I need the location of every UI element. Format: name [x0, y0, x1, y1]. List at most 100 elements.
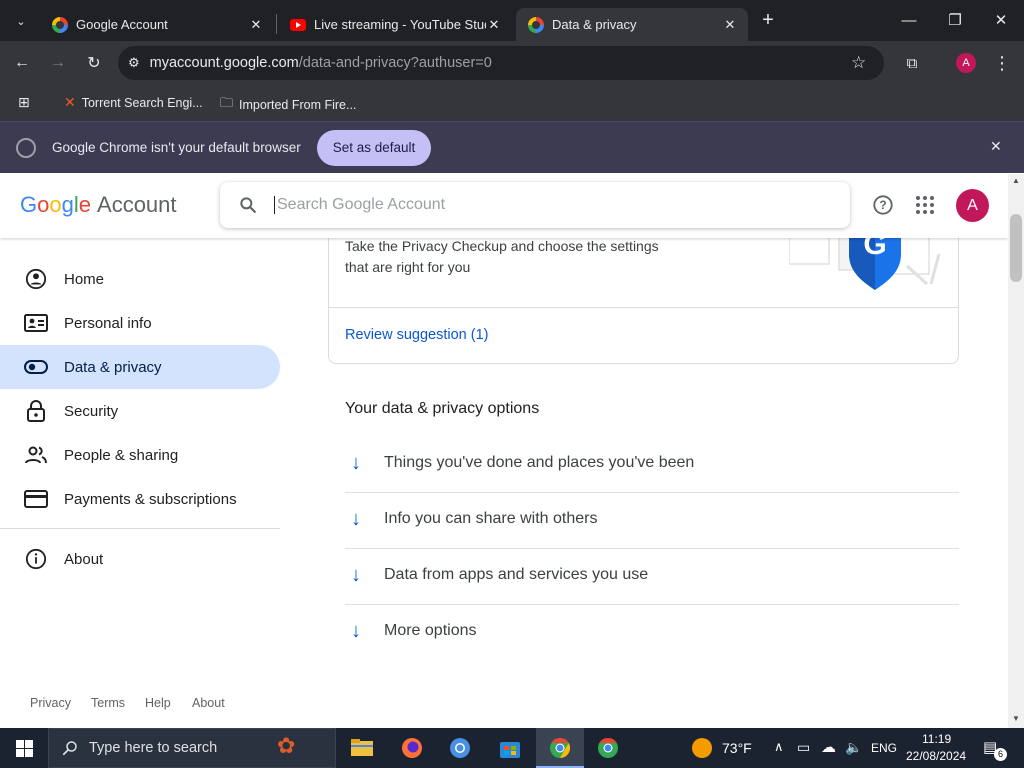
- bookmark-torrent[interactable]: ✕ Torrent Search Engi...: [64, 94, 203, 111]
- onedrive-cloud-icon[interactable]: ☁: [821, 738, 836, 756]
- privacy-checkup-text: Take the Privacy Checkup and choose the …: [345, 238, 659, 275]
- store-icon[interactable]: [494, 732, 526, 764]
- apps-grid-icon[interactable]: ⊞: [18, 94, 30, 111]
- page-scrollbar[interactable]: ▲ ▼: [1008, 174, 1024, 728]
- scrollbar-thumb[interactable]: [1010, 214, 1022, 282]
- chrome-taskbar-active[interactable]: [536, 728, 584, 768]
- tab-youtube-studio[interactable]: Live streaming - YouTube Studio ✕: [278, 8, 512, 41]
- back-button[interactable]: ←: [7, 48, 37, 78]
- footer-about-link[interactable]: About: [192, 696, 225, 710]
- language-indicator[interactable]: ENG: [871, 741, 897, 755]
- chrome-profile-icon[interactable]: [592, 732, 624, 764]
- set-as-default-button[interactable]: Set as default: [316, 129, 432, 166]
- account-search-box[interactable]: [220, 182, 850, 228]
- toggle-icon: [24, 355, 48, 379]
- review-suggestion-link[interactable]: Review suggestion (1): [345, 327, 488, 343]
- search-highlight-icon: ✿: [277, 733, 296, 758]
- restore-button[interactable]: ❐: [932, 0, 978, 40]
- folder-icon: 🗀: [220, 95, 234, 110]
- tab-search-icon[interactable]: ⌄: [6, 6, 36, 36]
- arrow-down-icon: ↓: [351, 451, 361, 474]
- volume-muted-icon[interactable]: 🔈: [845, 739, 862, 756]
- search-icon: [240, 197, 257, 214]
- google-icon: [52, 16, 68, 33]
- scroll-up-icon[interactable]: ▲: [1012, 176, 1020, 185]
- weather-temperature[interactable]: 73°F: [722, 740, 752, 756]
- account-header: Google Account ? A: [0, 174, 1008, 238]
- scroll-down-icon[interactable]: ▼: [1012, 714, 1020, 723]
- weather-sun-icon[interactable]: [692, 738, 712, 758]
- id-card-icon: [24, 311, 48, 335]
- chrome-icon: [16, 137, 36, 158]
- footer-terms-link[interactable]: Terms: [91, 696, 125, 710]
- search-icon: [62, 741, 77, 756]
- extensions-icon[interactable]: ⧉: [897, 48, 927, 78]
- option-more[interactable]: ↓ More options: [345, 603, 959, 659]
- option-apps-data[interactable]: ↓ Data from apps and services you use: [345, 547, 959, 603]
- footer-help-link[interactable]: Help: [145, 696, 171, 710]
- arrow-down-icon: ↓: [351, 619, 361, 642]
- torrent-icon: ✕: [64, 94, 76, 110]
- default-browser-infobar: Google Chrome isn't your default browser…: [0, 121, 1024, 173]
- info-icon: [24, 547, 48, 571]
- taskbar-search[interactable]: Type here to search ✿: [48, 728, 336, 768]
- close-icon[interactable]: ✕: [990, 138, 1002, 155]
- home-icon: [24, 267, 48, 291]
- help-icon[interactable]: ?: [865, 187, 901, 223]
- close-icon[interactable]: ✕: [722, 17, 738, 33]
- close-window-button[interactable]: ✕: [978, 0, 1024, 40]
- menu-icon[interactable]: ⋮: [987, 48, 1017, 78]
- file-explorer-icon[interactable]: [346, 732, 378, 764]
- nav-payments-subscriptions[interactable]: Payments & subscriptions: [0, 477, 280, 521]
- new-tab-button[interactable]: +: [753, 5, 783, 35]
- chromium-icon[interactable]: [444, 732, 476, 764]
- forward-button[interactable]: →: [43, 48, 73, 78]
- card-icon: [24, 487, 48, 511]
- tab-separator: [276, 14, 277, 34]
- nav-about[interactable]: About: [0, 537, 280, 581]
- clock-time[interactable]: 11:19: [922, 732, 951, 746]
- minimize-button[interactable]: —: [886, 0, 932, 40]
- chrome-icon: [550, 737, 571, 759]
- search-input[interactable]: [274, 196, 794, 214]
- account-avatar[interactable]: A: [956, 189, 989, 222]
- infobar-message: Google Chrome isn't your default browser: [52, 140, 301, 155]
- nav-home[interactable]: Home: [0, 257, 280, 301]
- windows-taskbar: Type here to search ✿ 73°F ∧ ▭ ☁ 🔈 ENG 1…: [0, 728, 1024, 768]
- browser-toolbar: ← → ↻ ⚙ myaccount.google.com/data-and-pr…: [0, 41, 1024, 85]
- svg-text:?: ?: [879, 198, 886, 212]
- close-icon[interactable]: ✕: [248, 17, 264, 33]
- footer-privacy-link[interactable]: Privacy: [30, 696, 71, 710]
- clock-date[interactable]: 22/08/2024: [906, 749, 966, 763]
- arrow-down-icon: ↓: [351, 507, 361, 530]
- site-settings-icon[interactable]: ⚙: [128, 55, 140, 71]
- chevron-up-icon[interactable]: ∧: [774, 739, 784, 755]
- card-divider: [329, 307, 958, 308]
- apps-grid-icon[interactable]: [907, 187, 943, 223]
- profile-avatar[interactable]: A: [956, 53, 976, 73]
- option-info-share[interactable]: ↓ Info you can share with others: [345, 491, 959, 547]
- nav-personal-info[interactable]: Personal info: [0, 301, 280, 345]
- bookmark-folder-imported[interactable]: 🗀 Imported From Fire...: [220, 94, 356, 116]
- url-host: myaccount.google.com: [149, 55, 299, 71]
- tab-data-privacy[interactable]: Data & privacy ✕: [516, 8, 748, 41]
- bookmark-star-icon[interactable]: ☆: [851, 53, 866, 73]
- google-account-logo[interactable]: Google Account: [20, 192, 177, 218]
- nav-data-privacy[interactable]: Data & privacy: [0, 345, 280, 389]
- youtube-icon: [290, 18, 306, 31]
- bookmarks-bar: ⊞ ✕ Torrent Search Engi... 🗀 Imported Fr…: [0, 85, 1024, 121]
- reload-button[interactable]: ↻: [79, 48, 109, 78]
- lock-icon: [24, 399, 48, 423]
- tab-google-account[interactable]: Google Account ✕: [40, 8, 274, 41]
- close-icon[interactable]: ✕: [486, 17, 502, 33]
- option-things-done[interactable]: ↓ Things you've done and places you've b…: [345, 435, 959, 491]
- notification-count: 6: [994, 748, 1007, 761]
- firefox-icon[interactable]: [396, 732, 428, 764]
- network-icon[interactable]: ▭: [797, 739, 810, 756]
- nav-people-sharing[interactable]: People & sharing: [0, 433, 280, 477]
- privacy-options-heading: Your data & privacy options: [345, 400, 540, 417]
- address-bar[interactable]: ⚙ myaccount.google.com/data-and-privacy?…: [118, 46, 884, 80]
- nav-security[interactable]: Security: [0, 389, 280, 433]
- google-icon: [528, 16, 544, 33]
- windows-start-icon[interactable]: [8, 732, 40, 764]
